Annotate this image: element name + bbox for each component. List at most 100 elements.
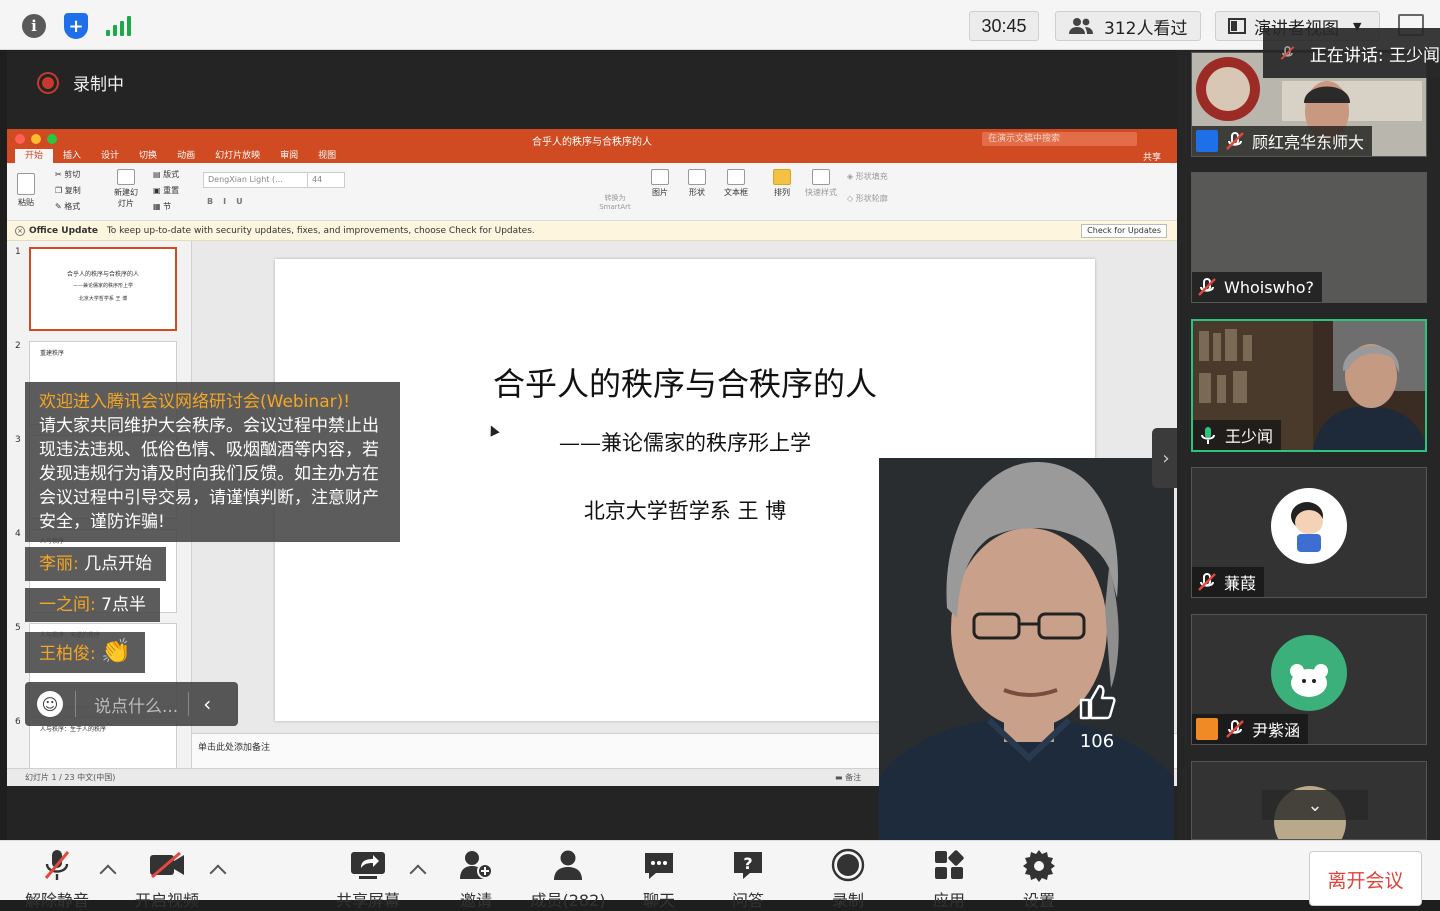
arrange-button[interactable]: 排列: [769, 169, 795, 198]
thumb-number: 6: [15, 717, 21, 727]
chevron-up-icon[interactable]: [99, 864, 117, 882]
chevron-up-icon[interactable]: [409, 864, 427, 882]
chat-sender: 李丽:: [39, 554, 79, 574]
collapse-panel-button[interactable]: ›: [1152, 428, 1180, 488]
qa-label: 问答: [731, 891, 764, 910]
thumb-number: 3: [15, 435, 21, 445]
slide-thumbnail[interactable]: 合乎人的秩序与合秩序的人 ——兼论儒家的秩序形上学 北京大学哲学系 王 博: [29, 247, 177, 331]
scroll-down-button[interactable]: ⌄: [1262, 790, 1368, 820]
unmute-label: 解除静音: [24, 891, 89, 910]
font-family-select[interactable]: DengXian Light (...: [203, 172, 313, 188]
record-icon: [831, 848, 865, 882]
format-painter-button[interactable]: ✎ 格式: [55, 201, 80, 212]
invite-label: 邀请: [459, 891, 492, 910]
font-size-select[interactable]: 44: [307, 172, 345, 188]
welcome-body: 请大家共同维护大会秩序。会议过程中禁止出现违法违规、低俗色情、吸烟酗酒等内容，若…: [39, 416, 379, 532]
meeting-timer: 30:45: [969, 11, 1039, 41]
participant-nametag: Whoiswho?: [1192, 272, 1323, 302]
divider: [75, 691, 76, 717]
quick-style-button[interactable]: 快速样式: [803, 169, 839, 198]
security-shield-icon[interactable]: +: [61, 11, 91, 41]
chat-sender: 王柏俊:: [39, 644, 96, 664]
tab-slideshow[interactable]: 幻灯片放映: [205, 149, 270, 163]
chat-button[interactable]: 聊天: [619, 847, 699, 911]
tab-view[interactable]: 视图: [308, 149, 346, 163]
start-video-button[interactable]: 开启视频: [127, 847, 207, 911]
record-dot-icon: [37, 71, 59, 94]
unmute-button[interactable]: 解除静音: [17, 847, 97, 911]
chat-input-bar[interactable]: ☺ 说点什么... ‹: [25, 682, 238, 726]
settings-button[interactable]: 设置: [999, 847, 1079, 911]
chat-text: 👏: [101, 637, 132, 665]
office-update-bar: × Office Update To keep up-to-date with …: [7, 221, 1177, 241]
emoji-icon[interactable]: ☺: [37, 691, 63, 717]
copy-button[interactable]: ❐ 复制: [55, 185, 81, 196]
tab-design[interactable]: 设计: [91, 149, 129, 163]
share-screen-button[interactable]: 共享屏幕: [328, 847, 408, 911]
convert-smartart-button[interactable]: 转换为SmartArt: [595, 193, 635, 211]
participant-name: 蒹葭: [1224, 574, 1257, 593]
speaking-label: 正在讲话: 王少闻: [1309, 45, 1440, 66]
ppt-search-input[interactable]: 在演示文稿中搜索: [982, 132, 1137, 146]
participant-nametag: 尹紫涵: [1192, 714, 1309, 744]
picture-button[interactable]: 图片: [647, 169, 673, 198]
shape-button[interactable]: 形状: [684, 169, 710, 198]
presenter-video: [879, 458, 1174, 840]
welcome-notice: 欢迎进入腾讯会议网络研讨会(Webinar)! 请大家共同维护大会秩序。会议过程…: [25, 382, 400, 542]
like-button[interactable]: 106: [1075, 682, 1119, 752]
close-icon[interactable]: ×: [15, 226, 25, 236]
shape-fill-button[interactable]: ◈ 形状填充: [847, 171, 888, 182]
tab-animations[interactable]: 动画: [167, 149, 205, 163]
tab-transitions[interactable]: 切换: [129, 149, 167, 163]
record-label: 录制: [831, 891, 864, 910]
question-icon: ?: [734, 852, 762, 879]
layout-button[interactable]: ▤ 版式: [153, 169, 179, 180]
network-signal-icon[interactable]: [103, 11, 133, 41]
share-screen-icon: [351, 852, 385, 879]
section-button[interactable]: ▦ 节: [153, 201, 171, 212]
reset-button[interactable]: ▣ 重置: [153, 185, 179, 196]
cut-button[interactable]: ✂ 剪切: [55, 169, 80, 180]
top-bar: i + 30:45 312人看过 演讲者视图 ▼: [0, 0, 1440, 50]
mic-off-icon: [1280, 46, 1295, 60]
chevron-left-icon[interactable]: ‹: [188, 692, 211, 716]
meeting-info-icon[interactable]: i: [19, 11, 49, 41]
viewer-count[interactable]: 312人看过: [1055, 11, 1201, 41]
ppt-titlebar: 合乎人的秩序与合秩序的人 在演示文稿中搜索: [7, 129, 1177, 149]
font-style-buttons[interactable]: BIU: [207, 197, 253, 206]
members-button[interactable]: 成员(282): [522, 847, 614, 911]
mic-off-icon: [1226, 720, 1244, 738]
chat-message: 一之间: 7点半: [25, 588, 160, 622]
tab-home[interactable]: 开始: [15, 149, 54, 163]
notes-toggle-button[interactable]: ▬ 备注: [835, 769, 861, 786]
record-button[interactable]: 录制: [808, 847, 888, 911]
chevron-up-icon[interactable]: [209, 864, 227, 882]
participant-name: 王少闻: [1225, 427, 1274, 446]
leave-meeting-button[interactable]: 离开会议: [1309, 851, 1422, 906]
participant-tile[interactable]: 尹紫涵: [1191, 614, 1427, 745]
avatar: [1271, 635, 1347, 711]
participant-tile[interactable]: 蒹葭: [1191, 467, 1427, 598]
thumbs-up-icon: [1079, 684, 1116, 720]
chat-input[interactable]: 说点什么...: [94, 692, 178, 717]
ppt-share-button[interactable]: 共享: [1143, 150, 1161, 163]
avatar: [1271, 488, 1347, 564]
people-icon: [1069, 18, 1093, 34]
participant-tile-speaking[interactable]: 王少闻: [1191, 319, 1427, 452]
check-updates-button[interactable]: Check for Updates: [1081, 224, 1167, 238]
qa-button[interactable]: ? 问答: [708, 847, 788, 911]
participant-tile[interactable]: Whoiswho?: [1191, 172, 1427, 303]
invite-button[interactable]: 邀请: [436, 847, 516, 911]
new-slide-button[interactable]: 新建幻灯片: [111, 169, 141, 209]
participant-nametag: 顾红亮华东师大: [1192, 126, 1373, 156]
update-title: Office Update: [29, 226, 98, 236]
tab-insert[interactable]: 插入: [53, 149, 91, 163]
tab-review[interactable]: 审阅: [270, 149, 308, 163]
shape-outline-button[interactable]: ◇ 形状轮廓: [847, 193, 888, 204]
textbox-button[interactable]: 文本框: [721, 169, 751, 198]
apps-button[interactable]: 应用: [909, 847, 989, 911]
participant-name: 尹紫涵: [1252, 721, 1301, 740]
ppt-ribbon-tabs: 开始 插入 设计 切换 动画 幻灯片放映 审阅 视图 共享: [7, 149, 1177, 163]
participant-name: Whoiswho?: [1224, 277, 1315, 297]
paste-button[interactable]: 粘贴: [17, 173, 35, 208]
